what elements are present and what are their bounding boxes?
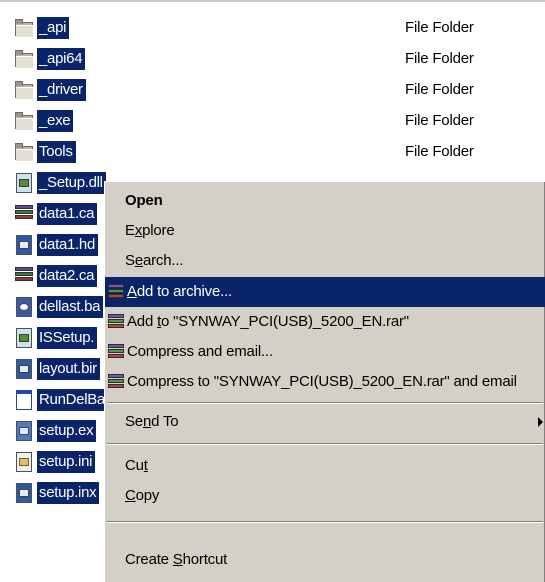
folder-icon: [14, 49, 34, 69]
hdr-file-icon: [14, 235, 34, 255]
file-name[interactable]: dellast.ba: [37, 296, 104, 318]
cab-archive-icon: [14, 204, 34, 224]
file-name[interactable]: data2.ca: [37, 265, 98, 287]
file-name[interactable]: _api: [37, 17, 70, 39]
menu-item-copy[interactable]: Copy: [105, 481, 545, 511]
file-row-tools[interactable]: Tools File Folder: [0, 137, 545, 167]
file-name[interactable]: setup.ex: [37, 420, 97, 442]
menu-item-create-shortcut[interactable]: Create Shortcut: [105, 545, 545, 575]
menu-item-label: Add to "SYNWAY_PCI(USB)_5200_EN.rar": [127, 313, 409, 330]
file-name[interactable]: data1.ca: [37, 203, 98, 225]
menu-item-add-to-rar[interactable]: Add to "SYNWAY_PCI(USB)_5200_EN.rar": [105, 307, 545, 337]
file-name[interactable]: layout.bir: [37, 358, 100, 380]
folder-icon: [14, 80, 34, 100]
menu-item-label: Copy: [125, 487, 160, 504]
menu-item-cut[interactable]: Cut: [105, 451, 545, 481]
file-row-api64[interactable]: _api64 File Folder: [0, 44, 545, 74]
menu-separator: [107, 443, 543, 445]
menu-item-label: Cut: [125, 457, 148, 474]
file-name[interactable]: Tools: [37, 141, 76, 163]
folder-icon: [14, 142, 34, 162]
file-name[interactable]: data1.hd: [37, 234, 98, 256]
file-name[interactable]: _driver: [37, 79, 86, 101]
config-file-icon: [14, 297, 34, 317]
dll-file-icon: [14, 173, 34, 193]
list-top-border: [0, 0, 545, 2]
winrar-icon: [108, 344, 124, 360]
menu-item-label: Create Shortcut: [125, 551, 228, 568]
inx-file-icon: [14, 483, 34, 503]
context-menu: Open Explore Search... Add to archive...…: [104, 181, 545, 582]
menu-item-label: Compress to "SYNWAY_PCI(USB)_5200_EN.rar…: [127, 373, 517, 390]
menu-item-label: Open: [125, 192, 163, 209]
file-name[interactable]: ISSetup.: [37, 327, 98, 349]
file-type: File Folder: [405, 112, 474, 129]
ini-file-icon: [14, 452, 34, 472]
submenu-arrow-icon: [538, 417, 543, 427]
file-type: File Folder: [405, 19, 474, 36]
file-type: File Folder: [405, 81, 474, 98]
menu-item-open[interactable]: Open: [105, 186, 545, 216]
winrar-icon: [108, 374, 124, 390]
menu-separator: [107, 402, 543, 404]
setup-exe-icon: [14, 421, 34, 441]
menu-item-label: Add to archive...: [127, 283, 232, 300]
dll-file-icon: [14, 328, 34, 348]
file-name[interactable]: _exe: [37, 110, 74, 132]
file-name[interactable]: setup.ini: [37, 451, 96, 473]
file-name[interactable]: setup.inx: [37, 482, 100, 504]
file-type: File Folder: [405, 50, 474, 67]
folder-icon: [14, 111, 34, 131]
menu-item-label: Explore: [125, 222, 175, 239]
file-row-api[interactable]: _api File Folder: [0, 13, 545, 43]
folder-icon: [14, 18, 34, 38]
file-name[interactable]: _api64: [37, 48, 86, 70]
menu-item-add-to-archive[interactable]: Add to archive...: [105, 277, 545, 307]
menu-item-label: Compress and email...: [127, 343, 273, 360]
file-row-exe[interactable]: _exe File Folder: [0, 106, 545, 136]
menu-item-search[interactable]: Search...: [105, 246, 545, 276]
file-name[interactable]: RunDelBa: [37, 389, 108, 411]
bin-file-icon: [14, 359, 34, 379]
file-name[interactable]: _Setup.dll: [37, 172, 106, 194]
winrar-icon: [108, 284, 124, 300]
menu-item-compress-to-rar-email[interactable]: Compress to "SYNWAY_PCI(USB)_5200_EN.rar…: [105, 367, 545, 397]
menu-item-explore[interactable]: Explore: [105, 216, 545, 246]
winrar-icon: [108, 314, 124, 330]
menu-item-label: Send To: [125, 413, 179, 430]
cab-archive-icon: [14, 266, 34, 286]
menu-item-compress-email[interactable]: Compress and email...: [105, 337, 545, 367]
menu-item-label: Search...: [125, 252, 184, 269]
file-type: File Folder: [405, 143, 474, 160]
menu-item-send-to[interactable]: Send To: [105, 407, 545, 437]
exe-window-icon: [14, 390, 34, 410]
menu-separator: [107, 521, 543, 523]
file-row-driver[interactable]: _driver File Folder: [0, 75, 545, 105]
